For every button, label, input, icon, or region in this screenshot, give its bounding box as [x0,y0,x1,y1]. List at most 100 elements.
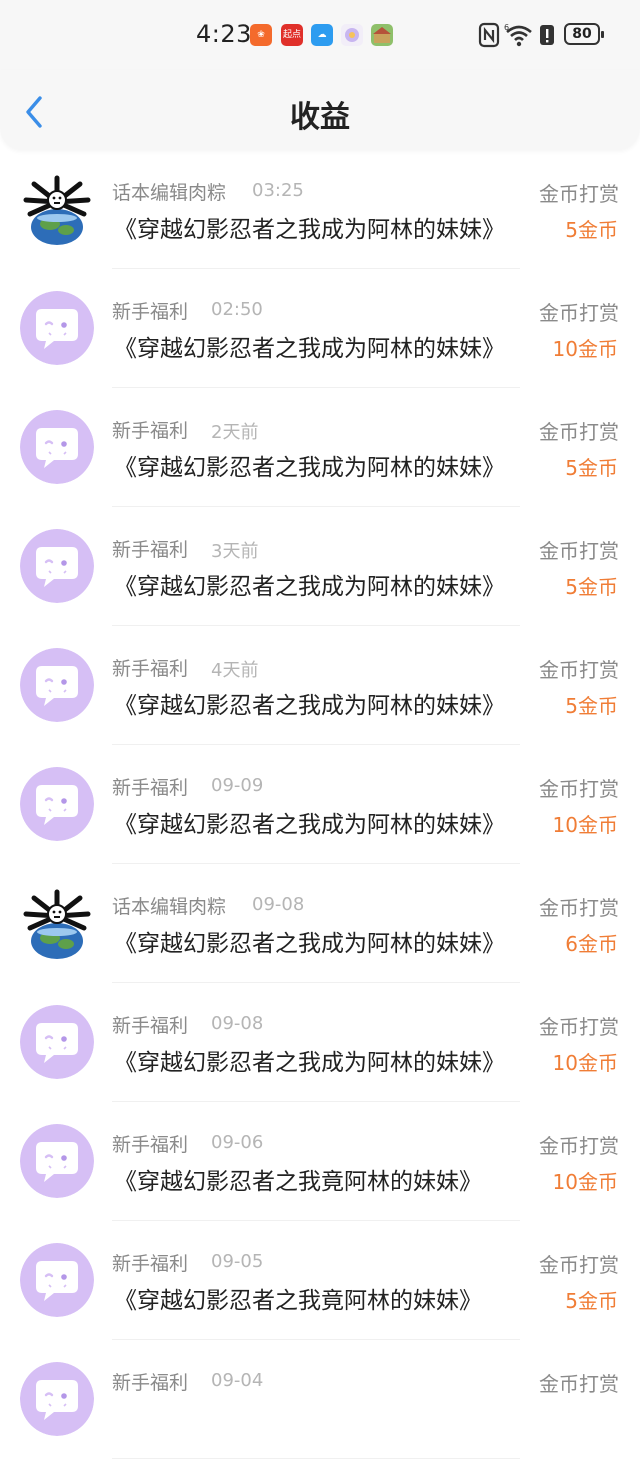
item-time: 09-08 [252,894,305,915]
reward-type: 金币打赏 [539,896,619,920]
welfare-avatar-icon [20,1243,94,1317]
item-time: 03:25 [252,180,304,201]
welfare-avatar [20,1005,94,1079]
welfare-avatar [20,648,94,722]
chat-icon [341,24,363,46]
reward-type: 金币打赏 [539,658,619,682]
item-time: 09-09 [211,775,264,796]
nfc-icon [478,22,500,48]
list-item[interactable]: 新手福利 4天前 《穿越幻影忍者之我成为阿林的妹妹》 金币打赏 5金币 [0,626,640,745]
reward-type: 金币打赏 [539,420,619,444]
reward-amount: 10金币 [552,1170,618,1194]
wifi-icon: 6 [504,23,532,47]
sender-name: 新手福利 [112,1134,189,1156]
sender-name: 新手福利 [112,1015,189,1037]
welfare-avatar [20,1243,94,1317]
reward-type: 金币打赏 [539,1134,619,1158]
welfare-avatar-icon [20,767,94,841]
item-time: 09-08 [211,1013,264,1034]
reward-type: 金币打赏 [539,1253,619,1277]
sender-name: 新手福利 [112,777,189,799]
book-title: 《穿越幻影忍者之我成为阿林的妹妹》 [114,217,505,243]
editor-avatar-icon [20,172,94,246]
book-title: 《穿越幻影忍者之我成为阿林的妹妹》 [114,812,505,838]
book-title: 《穿越幻影忍者之我成为阿林的妹妹》 [114,1050,505,1076]
welfare-avatar-icon [20,1005,94,1079]
reward-type: 金币打赏 [539,301,619,325]
list-item[interactable]: 新手福利 3天前 《穿越幻影忍者之我成为阿林的妹妹》 金币打赏 5金币 [0,507,640,626]
welfare-avatar-icon [20,1124,94,1198]
reward-amount: 5金币 [565,456,618,480]
svg-text:6: 6 [504,23,509,32]
book-title: 《穿越幻影忍者之我竟阿林的妹妹》 [114,1288,482,1314]
sender-name: 新手福利 [112,539,189,561]
status-bar: 4:23 ❀ 起点 ☁ 6 80 [0,0,640,70]
alert-icon [540,25,554,45]
list-item[interactable]: 新手福利 09-08 《穿越幻影忍者之我成为阿林的妹妹》 金币打赏 10金币 [0,983,640,1102]
editor-avatar [20,886,94,960]
welfare-avatar [20,1124,94,1198]
list-item[interactable]: 话本编辑肉粽 03:25 《穿越幻影忍者之我成为阿林的妹妹》 金币打赏 5金币 [0,150,640,269]
game-icon [371,24,393,46]
qidian-icon: 起点 [281,24,303,46]
item-time: 09-05 [211,1251,264,1272]
list-item[interactable]: 话本编辑肉粽 09-08 《穿越幻影忍者之我成为阿林的妹妹》 金币打赏 6金币 [0,864,640,983]
reward-amount: 10金币 [552,337,618,361]
book-title: 《穿越幻影忍者之我成为阿林的妹妹》 [114,574,505,600]
sender-name: 新手福利 [112,1253,189,1275]
sender-name: 新手福利 [112,658,189,680]
sender-name: 话本编辑肉粽 [112,182,227,204]
welfare-avatar-icon [20,529,94,603]
reward-amount: 5金币 [565,1289,618,1313]
reward-type: 金币打赏 [539,777,619,801]
page-title: 收益 [290,100,350,135]
book-title: 《穿越幻影忍者之我成为阿林的妹妹》 [114,693,505,719]
welfare-avatar-icon [20,291,94,365]
sender-name: 新手福利 [112,1372,189,1394]
reward-amount: 5金币 [565,218,618,242]
item-time: 4天前 [211,660,259,681]
sender-name: 新手福利 [112,301,189,323]
reward-type: 金币打赏 [539,182,619,206]
editor-avatar [20,172,94,246]
header: 收益 [0,70,640,150]
reward-amount: 6金币 [565,932,618,956]
book-title: 《穿越幻影忍者之我成为阿林的妹妹》 [114,336,505,362]
battery-indicator: 80 [564,23,604,45]
sender-name: 新手福利 [112,420,189,442]
book-title: 《穿越幻影忍者之我竟阿林的妹妹》 [114,1169,482,1195]
reward-amount: 10金币 [552,813,618,837]
reward-type: 金币打赏 [539,1372,619,1396]
book-title: 《穿越幻影忍者之我成为阿林的妹妹》 [114,931,505,957]
list-item[interactable]: 新手福利 09-05 《穿越幻影忍者之我竟阿林的妹妹》 金币打赏 5金币 [0,1221,640,1340]
list-item[interactable]: 新手福利 09-06 《穿越幻影忍者之我竟阿林的妹妹》 金币打赏 10金币 [0,1102,640,1221]
welfare-avatar [20,410,94,484]
reward-amount: 10金币 [552,1051,618,1075]
sender-name: 话本编辑肉粽 [112,896,227,918]
welfare-avatar-icon [20,648,94,722]
status-time: 4:23 [196,20,252,48]
list-item[interactable]: 新手福利 02:50 《穿越幻影忍者之我成为阿林的妹妹》 金币打赏 10金币 [0,269,640,388]
cloud-icon: ☁ [311,24,333,46]
item-time: 09-06 [211,1132,264,1153]
reward-amount: 5金币 [565,694,618,718]
welfare-avatar-icon [20,410,94,484]
welfare-avatar [20,1362,94,1436]
kuaishou-icon: ❀ [250,24,272,46]
earnings-list: 话本编辑肉粽 03:25 《穿越幻影忍者之我成为阿林的妹妹》 金币打赏 5金币 … [0,150,640,1459]
editor-avatar-icon [20,886,94,960]
item-time: 2天前 [211,422,259,443]
welfare-avatar [20,767,94,841]
book-title: 《穿越幻影忍者之我成为阿林的妹妹》 [114,455,505,481]
list-item[interactable]: 新手福利 09-09 《穿越幻影忍者之我成为阿林的妹妹》 金币打赏 10金币 [0,745,640,864]
list-item[interactable]: 新手福利 09-04 金币打赏 [0,1340,640,1459]
item-time: 09-04 [211,1370,264,1391]
welfare-avatar [20,529,94,603]
reward-type: 金币打赏 [539,1015,619,1039]
item-time: 02:50 [211,299,263,320]
item-time: 3天前 [211,541,259,562]
reward-amount: 5金币 [565,575,618,599]
reward-type: 金币打赏 [539,539,619,563]
list-item[interactable]: 新手福利 2天前 《穿越幻影忍者之我成为阿林的妹妹》 金币打赏 5金币 [0,388,640,507]
welfare-avatar [20,291,94,365]
